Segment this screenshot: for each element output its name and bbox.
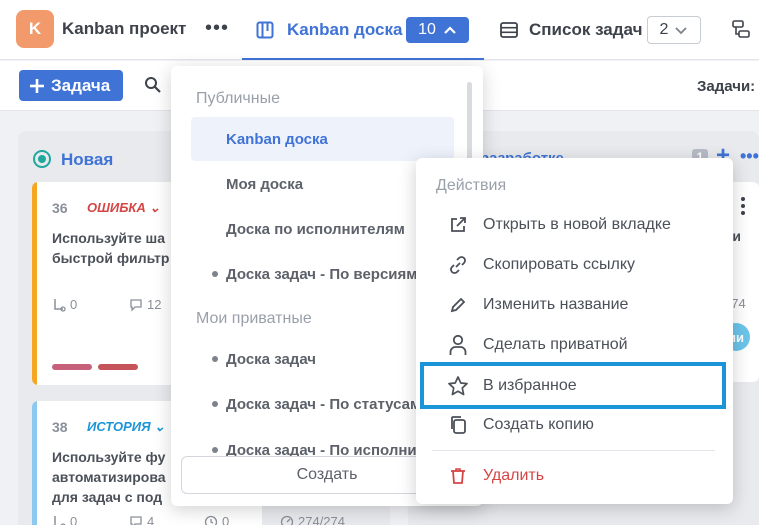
comments-count: 4 [147,514,155,525]
action-label: Открыть в новой вкладке [483,216,671,233]
subtasks-icon [52,515,66,525]
card-stripe [32,182,37,385]
action-label: Сделать приватной [483,336,628,353]
bullet-icon [212,271,218,277]
card-type-label: ИСТОРИЯ [87,419,151,434]
tab-kanban-board[interactable]: Kanban доска 10 [242,0,484,60]
card-tag [52,364,92,370]
plus-icon [29,78,45,94]
duplicate-item[interactable]: Создать копию [420,405,729,445]
search-icon[interactable] [144,76,162,94]
subtasks-metric: 0 [52,297,77,312]
column-title: Новая [61,150,114,169]
comment-icon [129,515,143,525]
action-label: Скопировать ссылку [483,256,636,273]
diagram-icon[interactable] [732,20,752,38]
copy-link-item[interactable]: Скопировать ссылку [420,245,729,285]
board-item-label: Доска задач [226,350,316,368]
external-link-icon [446,216,470,234]
time-value: 0 [222,514,230,525]
time-metric: 0 [204,514,229,525]
board-item[interactable]: Моя доска [191,162,454,206]
card-stripe [32,401,37,525]
comments-metric: 12 [129,297,161,312]
project-more-button[interactable]: ••• [205,18,229,38]
open-new-tab-item[interactable]: Открыть в новой вкладке [420,205,729,245]
card-type[interactable]: ИСТОРИЯ ⌄ [87,419,165,435]
section-public: Публичные [196,90,280,107]
bullet-icon [212,401,218,407]
progress-metric: 274/274 [280,514,345,525]
make-private-item[interactable]: Сделать приватной [420,325,729,365]
card-type[interactable]: ОШИБКА ⌄ [87,200,160,216]
board-item-label: Доска по исполнителям [226,220,405,238]
subtasks-count: 0 [70,514,78,525]
section-private: Мои приватные [196,310,312,327]
card-id: 36 [52,200,68,216]
board-item[interactable]: Доска по исполнителям [191,207,454,251]
board-item-label: Kanban доска [226,130,328,148]
subtasks-count: 0 [70,297,78,312]
comments-count: 12 [147,297,162,312]
copy-icon [446,415,470,435]
board-item[interactable]: Доска задач [191,337,454,381]
bullet-icon [212,356,218,362]
subtasks-metric: 0 [52,514,77,525]
board-item[interactable]: Доска задач - По версиям [191,252,454,296]
pencil-icon [446,296,470,314]
actions-menu-title: Действия [436,177,507,194]
comment-icon [129,298,143,312]
progress-value: 274/274 [298,514,345,525]
comments-metric: 4 [129,514,154,525]
gauge-icon [280,515,294,525]
chevron-down-icon [674,25,688,35]
tab-kanban-label: Kanban доска [287,20,403,39]
board-item-label: Моя доска [226,175,304,193]
delete-item[interactable]: Удалить [420,456,729,496]
link-icon [446,255,470,275]
person-icon [446,334,470,356]
card-type-label: ОШИБКА [87,200,146,215]
top-bar: K Kanban проект ••• Kanban доска 10 Спис… [0,0,759,60]
subtasks-icon [52,298,66,312]
status-circle-icon [32,149,52,169]
project-name[interactable]: Kanban проект [62,19,186,39]
trash-icon [446,467,470,485]
add-to-favorites-item[interactable]: В избранное [420,362,726,409]
rename-item[interactable]: Изменить название [420,285,729,325]
board-item-label: Доска задач - По статусам [226,395,422,413]
clock-icon [204,515,218,525]
card-tag [98,364,138,370]
add-task-label: Задача [51,75,111,95]
project-avatar[interactable]: K [16,10,54,48]
board-actions-menu: Действия Открыть в новой вкладке Скопиро… [416,158,733,504]
action-label: В избранное [483,376,577,394]
tab-task-list-label: Список задач [529,20,643,39]
list-count-toggle[interactable]: 2 [647,16,701,44]
action-label: Создать копию [483,416,594,433]
list-count: 2 [659,21,669,38]
board-count-toggle[interactable]: 10 [406,17,469,43]
star-icon [446,375,470,397]
column-more-button[interactable]: ••• [740,147,759,165]
bullet-icon [212,447,218,453]
board-item[interactable]: Kanban доска [191,117,454,161]
menu-divider [432,450,715,451]
action-label: Изменить название [483,296,629,313]
list-icon [500,22,518,38]
card-id: 38 [52,419,68,435]
board-item-label: Доска задач - По версиям [226,265,418,283]
chevron-up-icon [443,25,457,35]
action-label: Удалить [483,467,545,484]
add-task-button[interactable]: Задача [19,70,123,101]
tasks-count-label: Задачи: [697,78,756,95]
board-count: 10 [418,21,436,38]
board-icon [256,21,274,39]
board-item[interactable]: Доска задач - По статусам [191,382,454,426]
card-more-icon[interactable] [740,196,746,216]
